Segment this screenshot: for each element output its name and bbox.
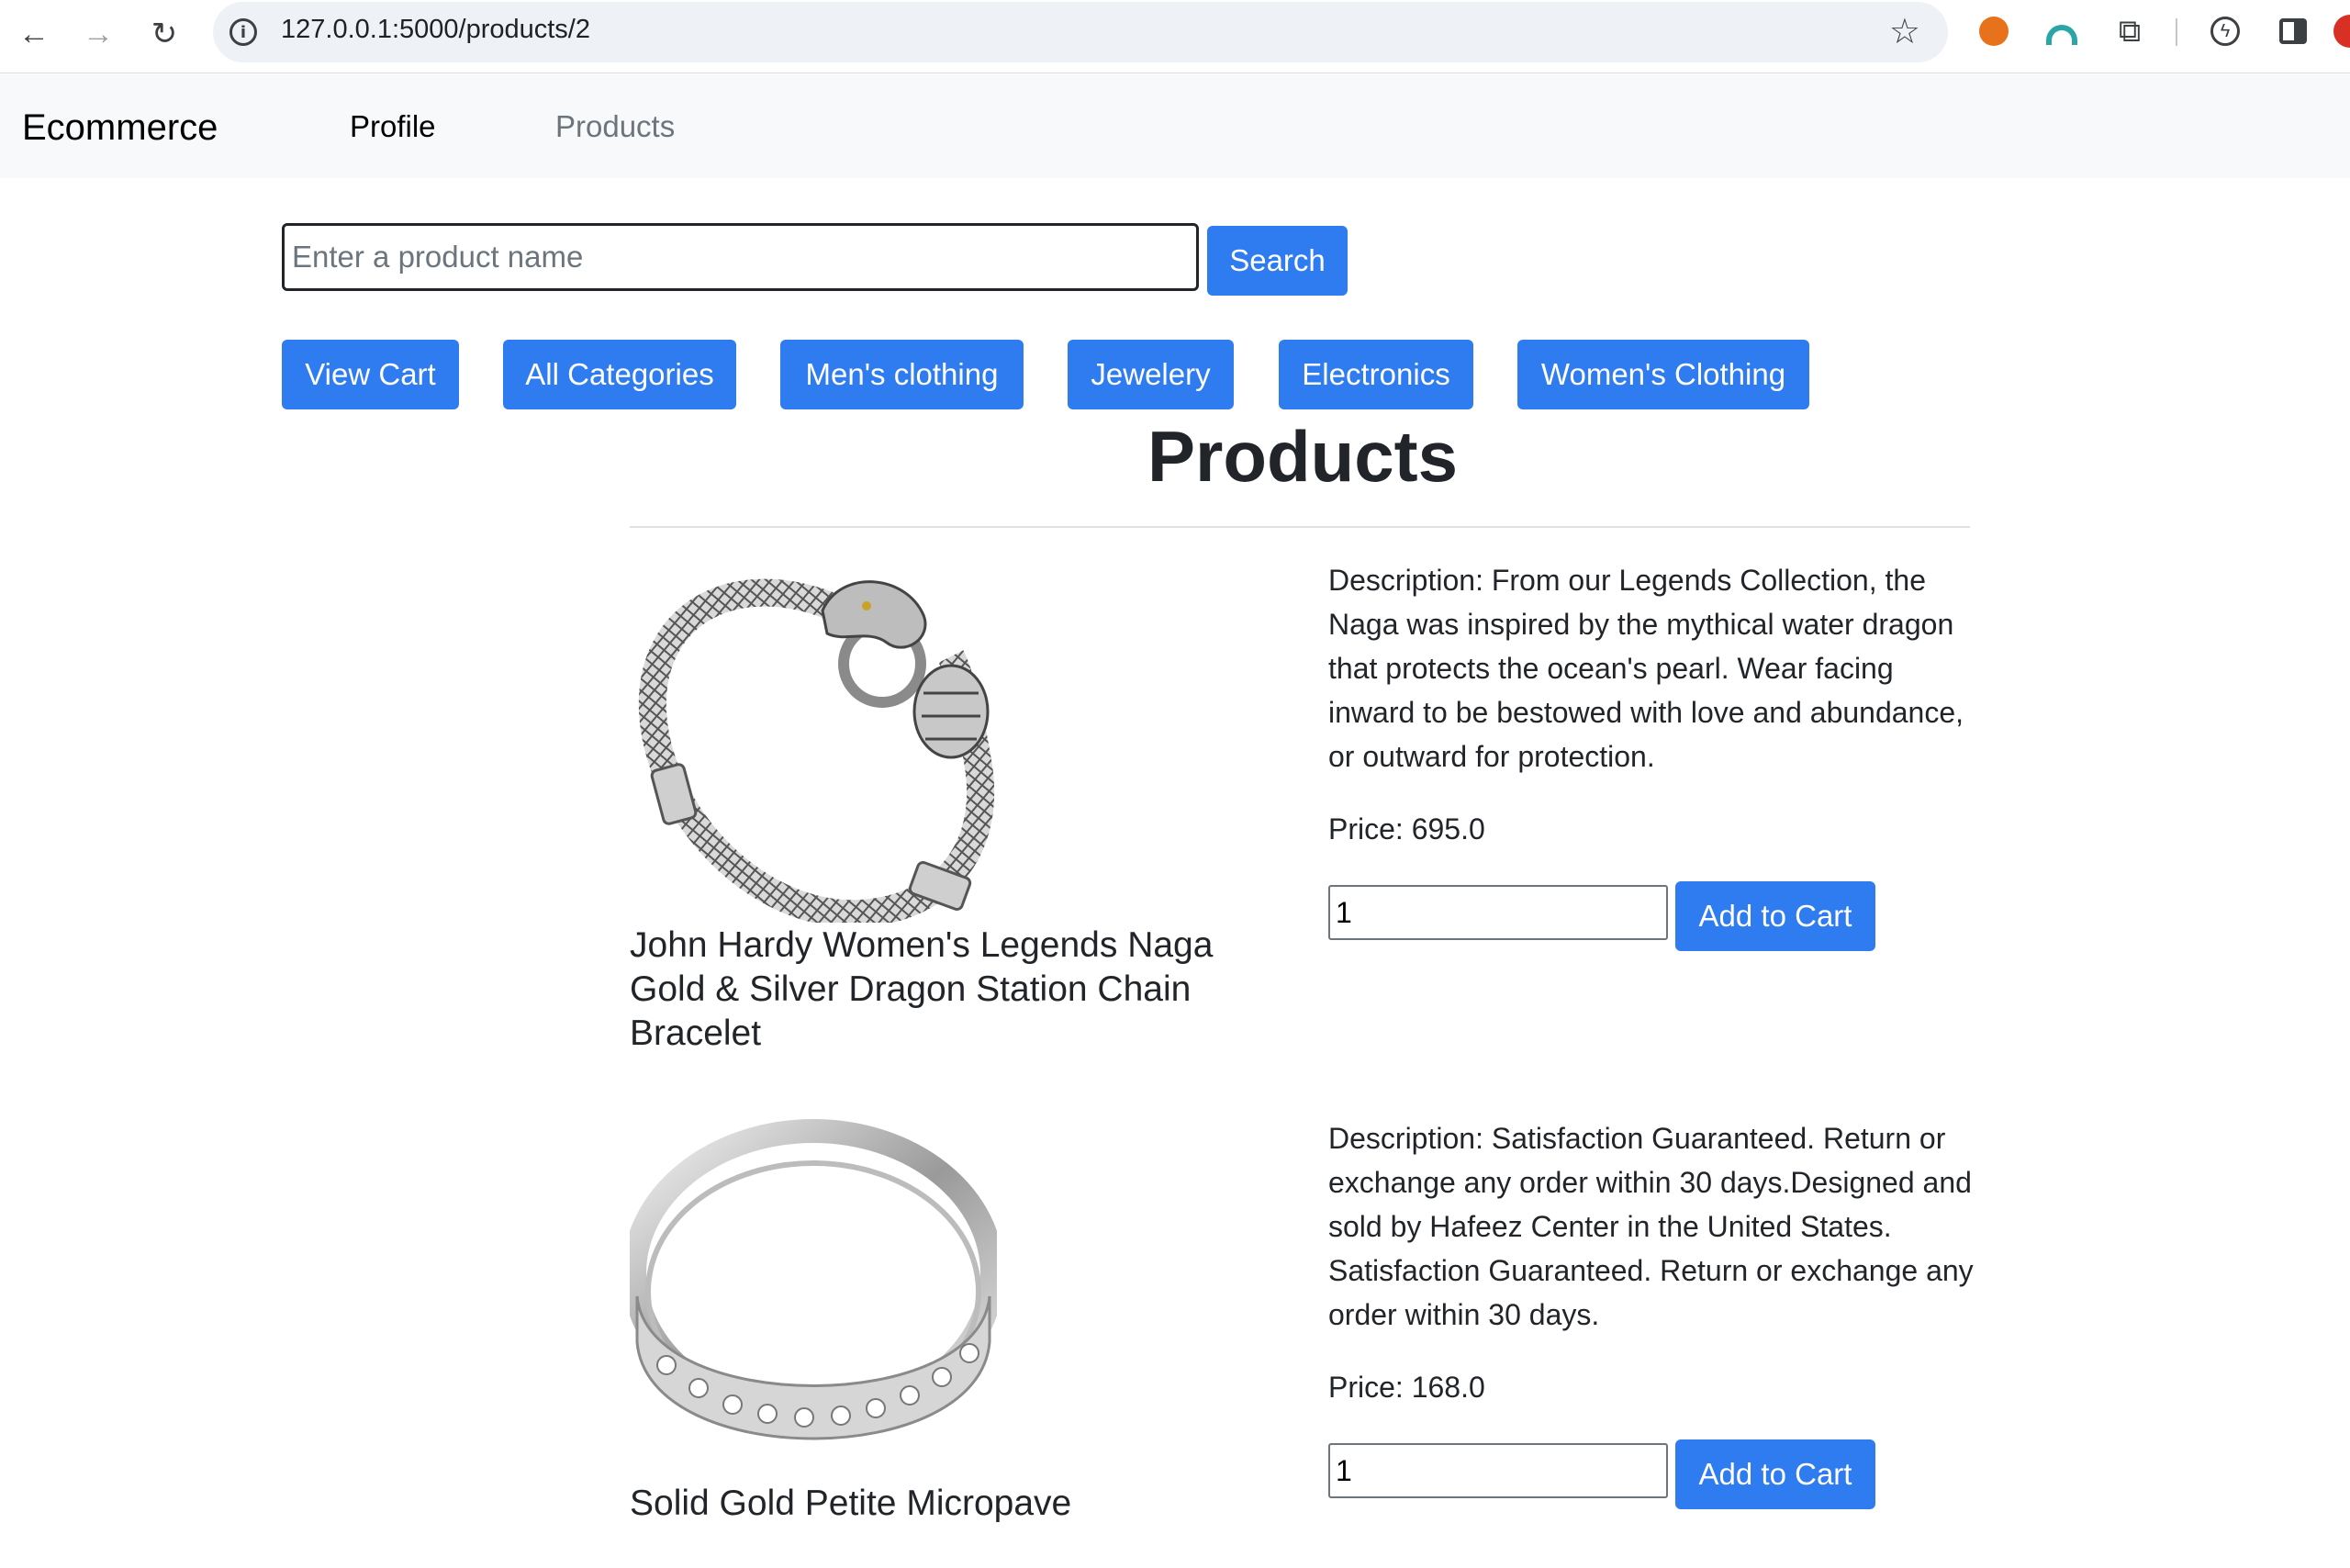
quantity-input[interactable] [1328,885,1668,940]
nav-link-products[interactable]: Products [555,109,675,144]
address-bar[interactable]: i 127.0.0.1:5000/products/2 ☆ [213,2,1948,62]
product-price: Price: 695.0 [1328,812,1485,846]
browser-toolbar: ← → ↻ i 127.0.0.1:5000/products/2 ☆ ⧉ ϟ [0,0,2350,73]
back-icon[interactable]: ← [11,11,57,57]
product-name: John Hardy Women's Legends Naga Gold & S… [630,925,1214,1053]
toolbar-divider [2176,18,2177,46]
product-image-ring[interactable] [630,1113,997,1480]
address-url[interactable]: 127.0.0.1:5000/products/2 [281,15,590,45]
electronics-button[interactable]: Electronics [1279,340,1473,409]
bookmark-star-icon[interactable]: ☆ [1889,11,1920,53]
site-info-icon[interactable]: i [229,18,257,46]
extensions-puzzle-icon[interactable]: ⧉ [2111,13,2148,50]
orange-extension-icon[interactable] [1975,13,2012,50]
add-to-cart-button[interactable]: Add to Cart [1675,881,1875,951]
brand-logo[interactable]: Ecommerce [22,107,218,149]
product-image-bracelet[interactable] [630,555,997,923]
product-description: Description: Satisfaction Guaranteed. Re… [1328,1122,1974,1331]
title-divider [630,526,1970,528]
all-categories-button[interactable]: All Categories [503,340,736,409]
add-to-cart-button[interactable]: Add to Cart [1675,1439,1875,1509]
product-search-input[interactable] [282,223,1199,291]
mens-clothing-button[interactable]: Men's clothing [780,340,1024,409]
page-title: Products [1147,416,1459,497]
side-panel-icon[interactable] [2275,13,2311,50]
reload-icon[interactable]: ↻ [141,11,187,57]
jewelery-button[interactable]: Jewelery [1068,340,1234,409]
product-description: Description: From our Legends Collection… [1328,564,1964,773]
app-navbar: Ecommerce Profile Products [0,74,2350,178]
profile-avatar-icon[interactable] [2332,13,2350,50]
nav-link-profile[interactable]: Profile [350,109,436,144]
product-price: Price: 168.0 [1328,1371,1485,1404]
product-name: Solid Gold Petite Micropave [630,1484,1072,1523]
forward-icon[interactable]: → [75,11,121,57]
search-button[interactable]: Search [1207,226,1348,296]
teal-extension-icon[interactable] [2043,13,2080,50]
womens-clothing-button[interactable]: Women's Clothing [1517,340,1809,409]
performance-icon[interactable]: ϟ [2207,13,2244,50]
quantity-input[interactable] [1328,1443,1668,1498]
view-cart-button[interactable]: View Cart [282,340,459,409]
